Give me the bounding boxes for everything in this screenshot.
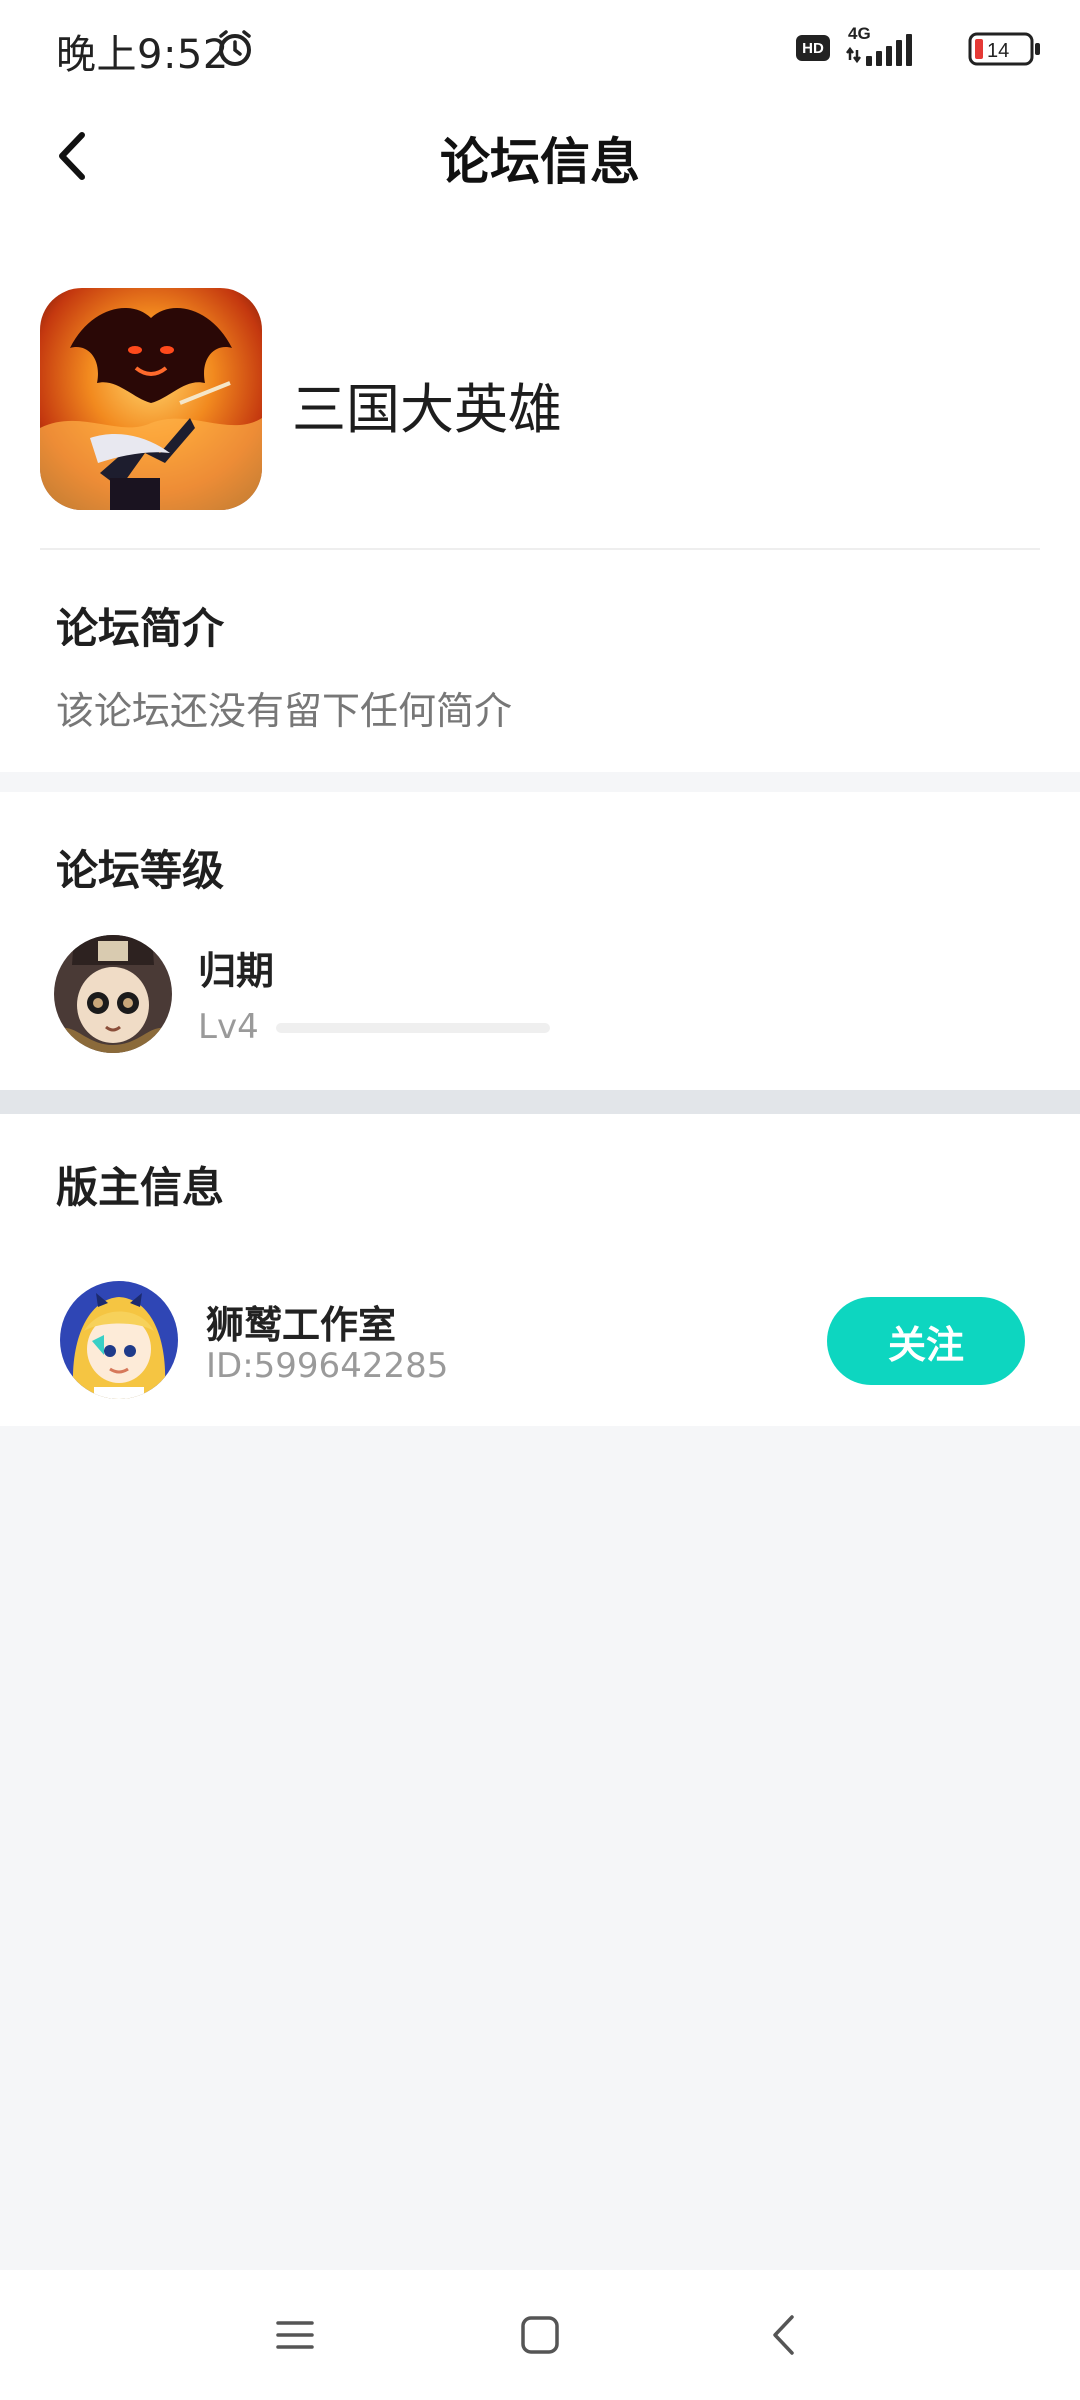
network-type: 4G — [848, 24, 871, 43]
menu-icon[interactable] — [270, 2310, 320, 2360]
forum-game-icon[interactable] — [40, 288, 262, 510]
game-cover-image — [40, 288, 262, 510]
system-nav-bar — [0, 2270, 1080, 2400]
level-title: 论坛等级 — [56, 846, 225, 895]
follow-button[interactable]: 关注 — [827, 1297, 1025, 1385]
moderator-title: 版主信息 — [56, 1163, 225, 1212]
level-progress-bar — [276, 1023, 550, 1033]
section-separator — [0, 1090, 1080, 1114]
forum-level-section: 论坛等级 归期 Lv4 — [0, 792, 1080, 1090]
battery-level: 14 — [987, 40, 1009, 62]
hd-icon: HD — [796, 35, 830, 61]
battery-icon: 14 — [968, 32, 1040, 66]
level-label: Lv4 — [198, 1007, 259, 1047]
back-icon[interactable] — [760, 2310, 810, 2360]
moderator-name: 狮鹫工作室 — [206, 1303, 397, 1347]
signal-icon: 4G — [846, 24, 912, 66]
user-avatar-image — [54, 935, 172, 1053]
home-icon[interactable] — [515, 2310, 565, 2360]
alarm-icon — [219, 30, 251, 66]
forum-intro-section: 论坛简介 该论坛还没有留下任何简介 — [0, 550, 1080, 772]
forum-name: 三国大英雄 — [292, 378, 562, 441]
status-icons: HD 4G 14 — [742, 24, 1042, 74]
status-time: 晚上9:52 — [56, 32, 229, 78]
intro-text: 该论坛还没有留下任何简介 — [56, 689, 513, 733]
moderator-section: 版主信息 狮鹫工作室 ID:599642285 关注 — [0, 1114, 1080, 1426]
moderator-avatar[interactable] — [60, 1281, 178, 1399]
forum-header: 三国大英雄 — [0, 215, 1080, 550]
top-app-bar: 论坛信息 — [0, 95, 1080, 215]
page-title: 论坛信息 — [440, 133, 640, 191]
status-bar: 晚上9:52 HD 4G 14 — [0, 0, 1080, 95]
avatar[interactable] — [54, 935, 172, 1053]
moderator-avatar-image — [60, 1281, 178, 1399]
intro-title: 论坛简介 — [56, 604, 225, 653]
level-user-name: 归期 — [198, 949, 275, 993]
moderator-id: ID:599642285 — [206, 1346, 449, 1386]
